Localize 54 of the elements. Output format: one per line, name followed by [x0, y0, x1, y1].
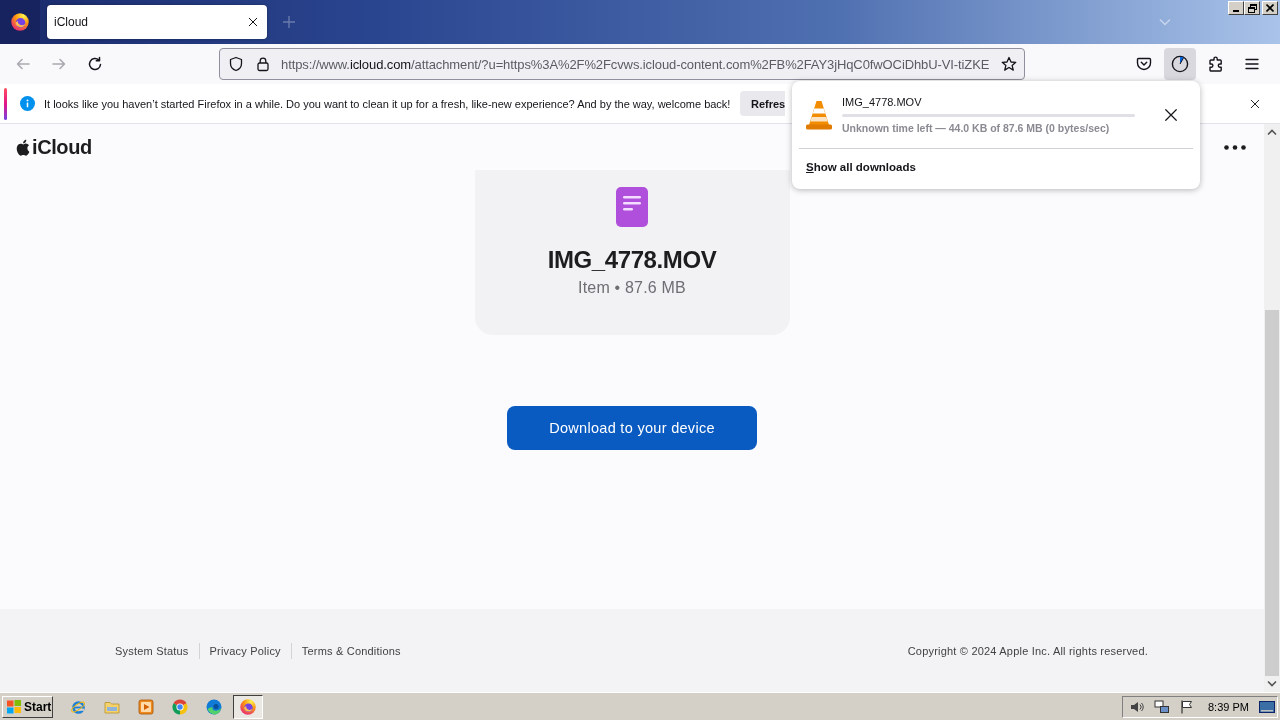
info-icon	[20, 96, 35, 111]
download-button[interactable]: Download to your device	[507, 406, 757, 450]
file-details: Item • 87.6 MB	[578, 278, 686, 298]
pocket-icon	[1136, 56, 1152, 72]
close-icon[interactable]	[1250, 98, 1260, 109]
close-icon	[1164, 108, 1178, 122]
network-icon[interactable]	[1154, 698, 1170, 715]
traffic-cone-icon	[806, 99, 832, 131]
close-window-button[interactable]	[1262, 1, 1278, 15]
more-dots-icon	[1224, 144, 1246, 150]
scroll-down-icon[interactable]	[1267, 680, 1277, 688]
scrollbar-thumb[interactable]	[1265, 310, 1279, 676]
minimize-button[interactable]	[1228, 1, 1244, 15]
flag-icon[interactable]	[1179, 698, 1195, 715]
firefox-logo-icon	[240, 698, 256, 715]
restore-icon	[1247, 3, 1257, 13]
refresh-button[interactable]: Refres	[740, 91, 786, 116]
brand-name: iCloud	[32, 135, 92, 159]
toolbar-button[interactable]	[1164, 48, 1196, 80]
scroll-up-icon[interactable]	[1267, 128, 1277, 136]
download-status: Unknown time left — 44.0 KB of 87.6 MB (0 bytes/sec)	[842, 121, 1111, 135]
shield-icon	[228, 56, 244, 72]
download-file-name: IMG_4778.MOV	[842, 95, 923, 109]
browser-tab[interactable]: iCloud	[47, 5, 267, 39]
footer-link[interactable]: Privacy Policy	[209, 644, 281, 657]
close-icon	[1266, 4, 1274, 12]
apple-logo-icon	[16, 138, 30, 156]
document-icon	[616, 187, 648, 227]
footer-link[interactable]: System Status	[115, 644, 189, 657]
taskbar-button[interactable]	[233, 694, 263, 719]
address-bar[interactable]: https://www.icloud.com/attachment/?u=https%3A%2F%2Fcvws.icloud-content.com%2FB%2FAY3jHqC0fwOCiDhbU-VI-tiZKE	[219, 48, 1025, 80]
bookmark-star-icon[interactable]	[1001, 56, 1017, 72]
media-player-icon	[138, 698, 154, 715]
lock-icon	[255, 56, 271, 72]
notification-message: It looks like you haven’t started Firefox in a while. Do you want to clean it up for a fresh, like-new experience? And by the way, welcome back!	[44, 97, 732, 110]
footer-link[interactable]: Terms & Conditions	[301, 644, 401, 657]
firefox-logo-icon	[11, 13, 29, 31]
puzzle-piece-icon	[1208, 56, 1224, 72]
start-button[interactable]: Start	[2, 695, 53, 718]
e-logo-icon	[70, 698, 86, 715]
windows-flag-icon	[6, 699, 22, 714]
desktop-icon[interactable]	[1259, 699, 1275, 714]
download-progress-icon	[1171, 55, 1189, 73]
edge-logo-icon	[206, 698, 222, 715]
chrome-logo-icon	[172, 698, 188, 715]
url-text: https://www.icloud.com/attachment/?u=https%3A%2F%2Fcvws.icloud-content.com%2FB%2FAY3jHqC0fwOCiDhbU-VI-tiZKE	[281, 56, 990, 72]
menu-icon	[1244, 56, 1260, 72]
show-all-downloads-link[interactable]: Show all downloads	[799, 149, 1193, 185]
file-name: IMG_4778.MOV	[547, 246, 717, 274]
scrollbar[interactable]	[1264, 124, 1280, 692]
restore-button[interactable]	[1244, 1, 1260, 15]
copyright-text: Copyright © 2024 Apple Inc. All rights reserved.	[907, 644, 1148, 657]
tab-close-icon[interactable]	[248, 17, 258, 27]
clock: 8:39 PM	[1208, 700, 1248, 713]
